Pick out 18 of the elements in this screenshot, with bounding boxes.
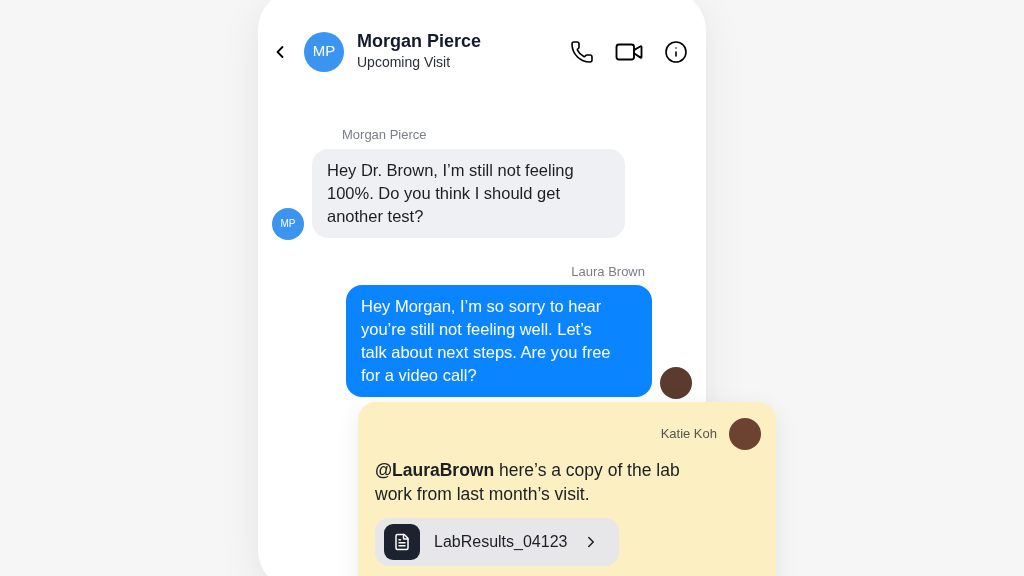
note-author: Katie Koh [660, 425, 717, 444]
sender-name: Laura Brown [571, 262, 645, 281]
avatar-placeholder [660, 367, 692, 399]
document-glyph-icon [393, 533, 411, 551]
attachment-chip[interactable]: LabResults_04123 [375, 518, 619, 566]
message-bubble: Hey Dr. Brown, I’m still not feeling 100%. Do you think I should get another test? [312, 148, 625, 238]
avatar: MP [272, 207, 304, 240]
avatar: MP [304, 31, 344, 72]
info-icon [664, 39, 688, 64]
message-bubble: Hey Morgan, I’m so sorry to hear you’re still not feeling well. Let’s talk about next steps. Are you free for a video call? [346, 285, 652, 397]
note-text: @LauraBrown here’s a copy of the lab work from last month’s visit. [375, 459, 681, 506]
contact-status: Upcoming Visit [357, 53, 452, 72]
avatar-placeholder [729, 418, 761, 450]
phone-call-button[interactable] [570, 39, 594, 64]
sender-name: Morgan Pierce [342, 126, 427, 144]
phone-icon [570, 39, 594, 64]
contact-name: Morgan Pierce [357, 30, 482, 52]
info-button[interactable] [664, 39, 688, 64]
